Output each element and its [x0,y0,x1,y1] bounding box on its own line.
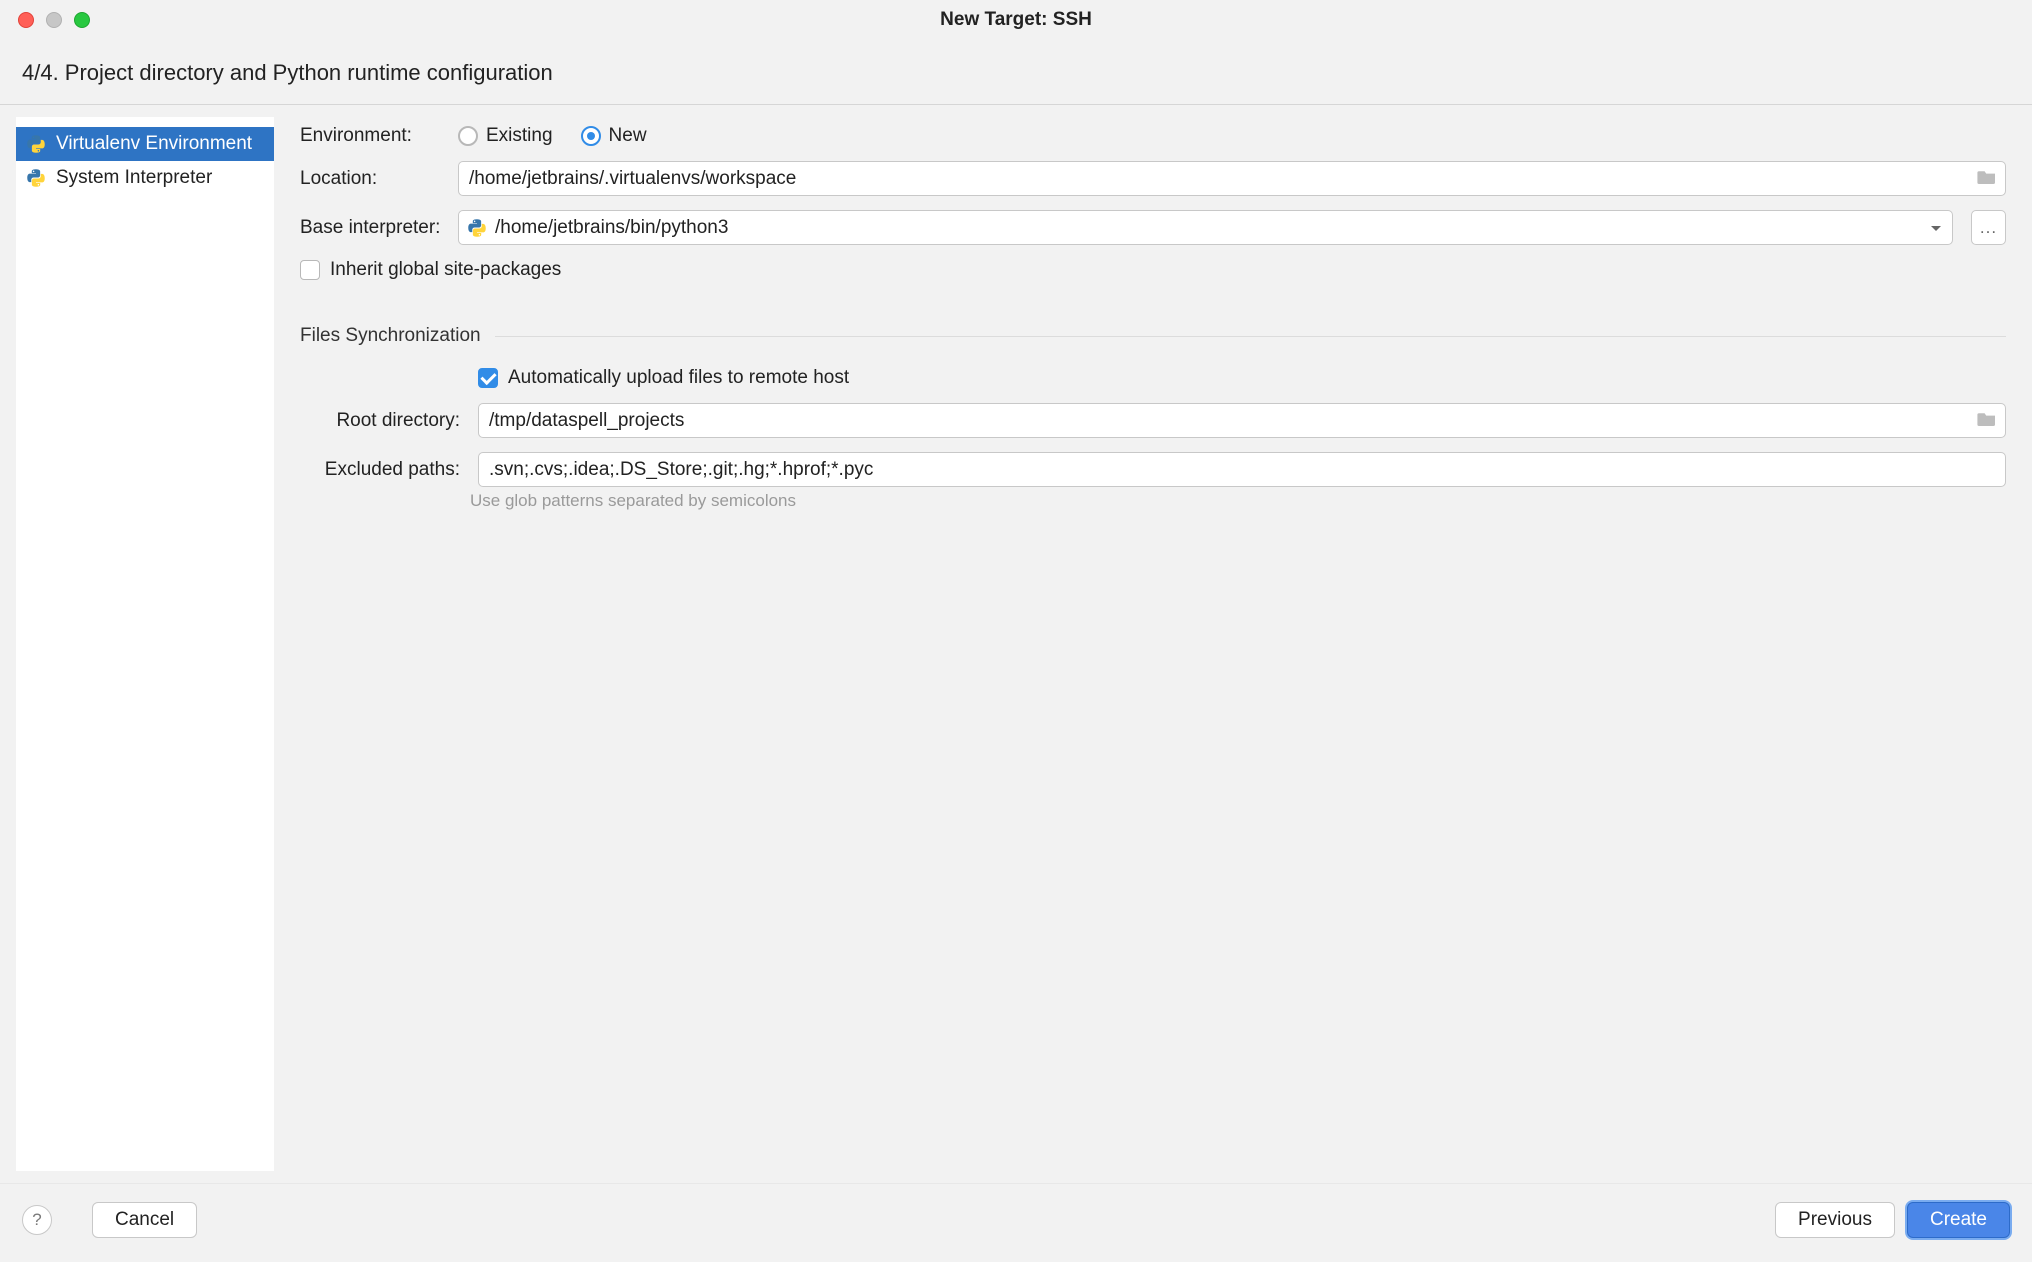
step-header: 4/4. Project directory and Python runtim… [0,40,2032,105]
button-label: Create [1930,1209,1987,1231]
root-directory-label: Root directory: [300,410,470,432]
section-title-text: Files Synchronization [300,325,481,347]
minimize-window-icon [46,12,62,28]
base-interpreter-row: Base interpreter: /home/jetbrains/bin/py… [300,210,2006,245]
location-label: Location: [300,168,450,190]
excluded-paths-input[interactable]: .svn;.cvs;.idea;.DS_Store;.git;.hg;*.hpr… [478,452,2006,487]
location-value: /home/jetbrains/.virtualenvs/workspace [469,168,796,190]
auto-upload-label: Automatically upload files to remote hos… [508,367,849,389]
environment-label: Environment: [300,125,450,147]
excluded-paths-row: Excluded paths: .svn;.cvs;.idea;.DS_Stor… [300,452,2006,487]
sidebar-item-label: Virtualenv Environment [56,133,252,155]
titlebar: New Target: SSH [0,0,2032,40]
base-interpreter-label: Base interpreter: [300,217,450,239]
root-directory-input[interactable]: /tmp/dataspell_projects [478,403,2006,438]
python-icon [26,168,46,188]
base-interpreter-value: /home/jetbrains/bin/python3 [495,217,728,239]
window-controls [0,12,90,28]
base-interpreter-combo[interactable]: /home/jetbrains/bin/python3 [458,210,1953,245]
checkbox-icon [478,368,498,388]
footer: ? Cancel Previous Create [0,1183,2032,1262]
root-directory-row: Root directory: /tmp/dataspell_projects [300,403,2006,438]
help-button[interactable]: ? [22,1205,52,1235]
radio-label: New [609,125,647,147]
radio-label: Existing [486,125,553,147]
chevron-down-icon [1930,217,1942,239]
location-row: Location: /home/jetbrains/.virtualenvs/w… [300,161,2006,196]
root-directory-value: /tmp/dataspell_projects [489,410,684,432]
close-window-icon[interactable] [18,12,34,28]
location-input[interactable]: /home/jetbrains/.virtualenvs/workspace [458,161,2006,196]
browse-interpreter-button[interactable]: ... [1971,210,2006,245]
radio-icon [458,126,478,146]
files-sync-section-title: Files Synchronization [300,325,2006,347]
auto-upload-row: Automatically upload files to remote hos… [300,367,2006,389]
window-title: New Target: SSH [0,9,2032,31]
checkbox-icon [300,260,320,280]
excluded-paths-value: .svn;.cvs;.idea;.DS_Store;.git;.hg;*.hpr… [489,459,873,481]
radio-icon [581,126,601,146]
auto-upload-checkbox[interactable]: Automatically upload files to remote hos… [478,367,849,389]
radio-existing[interactable]: Existing [458,125,553,147]
excluded-paths-hint: Use glob patterns separated by semicolon… [470,491,2006,511]
python-icon [467,218,487,238]
maximize-window-icon[interactable] [74,12,90,28]
python-icon [26,134,46,154]
previous-button[interactable]: Previous [1775,1202,1895,1238]
cancel-button[interactable]: Cancel [92,1202,197,1238]
create-button[interactable]: Create [1907,1202,2010,1238]
folder-open-icon[interactable] [1977,410,1997,432]
environment-row: Environment: Existing New [300,125,2006,147]
sidebar-item-system-interpreter[interactable]: System Interpreter [16,161,274,195]
sidebar: Virtualenv Environment System Interprete… [16,117,274,1171]
content: Environment: Existing New Location: /hom… [274,105,2032,1183]
excluded-paths-label: Excluded paths: [300,459,470,481]
environment-radio-group: Existing New [458,125,647,147]
ellipsis-icon: ... [1980,218,1997,238]
inherit-row: Inherit global site-packages [300,259,2006,281]
folder-open-icon[interactable] [1977,168,1997,190]
main: Virtualenv Environment System Interprete… [0,105,2032,1183]
help-icon: ? [32,1210,41,1230]
sidebar-item-virtualenv[interactable]: Virtualenv Environment [16,127,274,161]
sidebar-item-label: System Interpreter [56,167,212,189]
inherit-label: Inherit global site-packages [330,259,561,281]
button-label: Cancel [115,1209,174,1231]
radio-new[interactable]: New [581,125,647,147]
inherit-checkbox[interactable]: Inherit global site-packages [300,259,561,281]
button-label: Previous [1798,1209,1872,1231]
